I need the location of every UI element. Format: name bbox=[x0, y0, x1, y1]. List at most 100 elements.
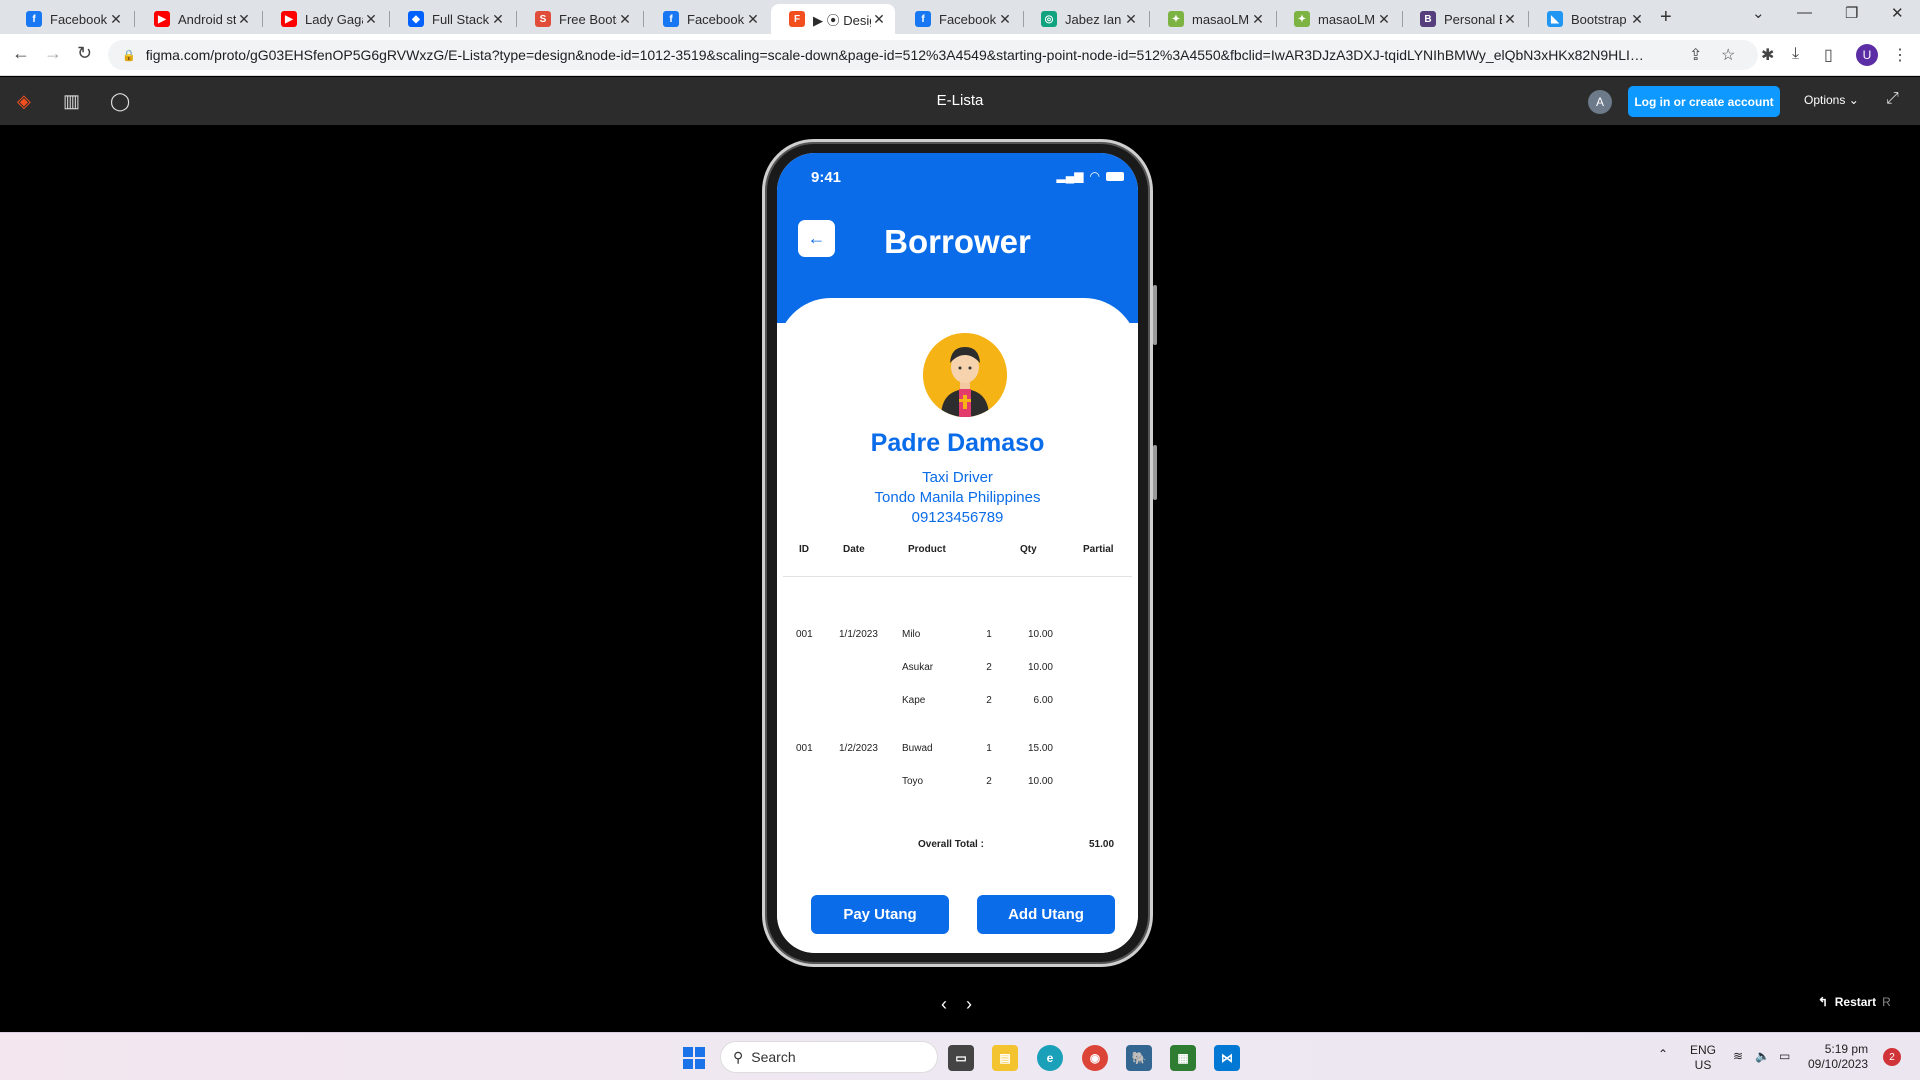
close-window-button[interactable]: ✕ bbox=[1891, 4, 1904, 22]
task-view-icon[interactable]: ▭ bbox=[948, 1045, 974, 1071]
search-icon: ⚲ bbox=[733, 1048, 744, 1065]
previous-frame-icon[interactable]: ‹ bbox=[941, 994, 947, 1015]
tab-close-icon[interactable]: ✕ bbox=[363, 11, 379, 28]
tab-close-icon[interactable]: ✕ bbox=[1629, 11, 1645, 28]
tab-close-icon[interactable]: ✕ bbox=[490, 11, 506, 28]
browser-tab[interactable]: S Free Boots ✕ bbox=[517, 4, 641, 34]
login-button[interactable]: Log in or create account bbox=[1628, 86, 1780, 117]
tab-close-icon[interactable]: ✕ bbox=[1376, 11, 1392, 28]
file-explorer-icon[interactable]: ▤ bbox=[992, 1045, 1018, 1071]
browser-tab[interactable]: f Facebook ✕ bbox=[897, 4, 1021, 34]
language-indicator[interactable]: ENG US bbox=[1690, 1043, 1716, 1073]
taskbar-clock[interactable]: 5:19 pm 09/10/2023 bbox=[1808, 1042, 1868, 1072]
tab-favicon-icon: f bbox=[663, 11, 679, 27]
restart-shortcut: R bbox=[1882, 995, 1891, 1009]
restore-button[interactable]: ❐ bbox=[1845, 4, 1858, 22]
back-arrow-icon[interactable]: ← bbox=[12, 43, 30, 64]
overall-total-label: Overall Total : bbox=[918, 839, 984, 850]
tab-close-icon[interactable]: ✕ bbox=[108, 11, 124, 28]
priest-avatar-icon bbox=[923, 333, 1007, 417]
fullscreen-icon[interactable]: ⤢ bbox=[1886, 90, 1899, 108]
windows-taskbar: ⚲ Search ▭ ▤ e ◉ 🐘 ▦ ⋈ ⌃ ENG US ≋ 🔈 ▭ 5:… bbox=[0, 1032, 1920, 1080]
menu-kebab-icon[interactable]: ⋮ bbox=[1892, 45, 1908, 65]
chrome-icon[interactable]: ◉ bbox=[1082, 1045, 1108, 1071]
tab-title: Personal B bbox=[1444, 11, 1502, 27]
share-icon[interactable]: ⇪ bbox=[1689, 45, 1702, 65]
tab-close-icon[interactable]: ✕ bbox=[236, 11, 252, 28]
browser-tab[interactable]: ◆ Full Stack D✕ bbox=[390, 4, 514, 34]
tab-close-icon[interactable]: ✕ bbox=[1123, 11, 1139, 28]
table-cell-id: 001 bbox=[796, 629, 813, 640]
tray-overflow-icon[interactable]: ⌃ bbox=[1658, 1047, 1668, 1062]
tab-close-icon[interactable]: ✕ bbox=[745, 11, 761, 28]
bookmark-star-icon[interactable]: ☆ bbox=[1721, 45, 1735, 65]
tab-favicon-icon: ◎ bbox=[1041, 11, 1057, 27]
tab-separator bbox=[134, 11, 135, 27]
browser-tab[interactable]: B Personal B ✕ bbox=[1402, 4, 1526, 34]
battery-tray-icon[interactable]: ▭ bbox=[1779, 1049, 1790, 1064]
tab-title: Facebook bbox=[939, 11, 997, 27]
tab-favicon-icon: ✦ bbox=[1168, 11, 1184, 27]
browser-tab[interactable]: f Facebook ✕ bbox=[8, 4, 132, 34]
edge-icon[interactable]: e bbox=[1037, 1045, 1063, 1071]
volume-icon[interactable]: 🔈 bbox=[1755, 1049, 1770, 1064]
signal-icon: ▂▄▆ bbox=[1056, 169, 1084, 183]
extensions-icon[interactable]: ✱ bbox=[1761, 45, 1774, 65]
taskbar-search[interactable]: ⚲ Search bbox=[720, 1041, 938, 1073]
user-avatar[interactable]: A bbox=[1588, 90, 1612, 114]
tab-title: Full Stack D bbox=[432, 11, 490, 27]
tab-favicon-icon: F bbox=[789, 11, 805, 27]
tab-close-icon[interactable]: ✕ bbox=[997, 11, 1013, 28]
clock-date: 09/10/2023 bbox=[1808, 1057, 1869, 1071]
tab-search-icon[interactable]: ⌄ bbox=[1752, 4, 1765, 22]
language-region: US bbox=[1694, 1058, 1712, 1072]
tab-close-icon[interactable]: ✕ bbox=[1502, 11, 1518, 28]
options-menu[interactable]: Options ⌄ bbox=[1804, 93, 1859, 107]
browser-tab-strip: fFacebook✕▶Android stu✕▶Lady Gaga✕◆Full … bbox=[0, 0, 1920, 34]
borrower-avatar bbox=[923, 333, 1007, 417]
new-tab-button[interactable]: + bbox=[1660, 6, 1672, 29]
browser-tab[interactable]: ▶ Lady Gaga ✕ bbox=[263, 4, 387, 34]
pay-utang-button[interactable]: Pay Utang bbox=[811, 895, 949, 934]
tab-close-icon[interactable]: ✕ bbox=[871, 11, 887, 28]
phone-screen: 9:41 ▂▄▆ ◠ ← Borrower Padre Damaso Taxi … bbox=[777, 153, 1138, 953]
profile-avatar[interactable]: U bbox=[1856, 44, 1878, 66]
borrower-occupation: Taxi Driver bbox=[922, 469, 993, 486]
minimize-button[interactable]: — bbox=[1797, 4, 1812, 21]
browser-tab[interactable]: f Facebook ✕ bbox=[645, 4, 769, 34]
browser-tab[interactable]: F ▶ ⦿ Desig ✕ bbox=[771, 4, 895, 34]
borrower-phone: 09123456789 bbox=[911, 509, 1004, 526]
restart-button[interactable]: ↰ Restart R bbox=[1818, 995, 1891, 1009]
address-bar[interactable]: 🔒 figma.com/proto/gG03EHSfenOP5G6gRVWxzG… bbox=[108, 40, 1758, 70]
browser-tab[interactable]: ◣ Bootstrap ✕ bbox=[1529, 4, 1653, 34]
browser-tab[interactable]: ◎ Jabez Ian C✕ bbox=[1023, 4, 1147, 34]
notification-badge[interactable]: 2 bbox=[1883, 1048, 1901, 1066]
reload-icon[interactable]: ↻ bbox=[77, 43, 92, 64]
table-cell-product: Kape bbox=[902, 695, 926, 706]
tab-title: Free Boots bbox=[559, 11, 617, 27]
battery-icon bbox=[1106, 171, 1124, 181]
forward-arrow-icon[interactable]: → bbox=[44, 43, 62, 64]
postgres-icon[interactable]: 🐘 bbox=[1126, 1045, 1152, 1071]
download-icon[interactable]: ⤓ bbox=[1792, 45, 1799, 63]
next-frame-icon[interactable]: › bbox=[966, 994, 972, 1015]
wifi-tray-icon[interactable]: ≋ bbox=[1733, 1049, 1743, 1064]
tab-title: ▶ ⦿ Desig bbox=[813, 12, 871, 28]
side-panel-icon[interactable]: ▯ bbox=[1824, 45, 1833, 65]
table-cell-date: 1/1/2023 bbox=[839, 629, 878, 640]
browser-toolbar: ← → ↻ 🔒 figma.com/proto/gG03EHSfenOP5G6g… bbox=[0, 34, 1920, 76]
tab-close-icon[interactable]: ✕ bbox=[1250, 11, 1266, 28]
browser-tab[interactable]: ✦ masaoLMS✕ bbox=[1150, 4, 1274, 34]
vscode-icon[interactable]: ⋈ bbox=[1214, 1045, 1240, 1071]
windows-start-icon[interactable] bbox=[683, 1047, 705, 1069]
browser-tab[interactable]: ▶ Android stu✕ bbox=[136, 4, 260, 34]
tab-title: Jabez Ian C bbox=[1065, 11, 1123, 27]
table-cell-partial: 10.00 bbox=[1027, 662, 1053, 673]
tab-separator bbox=[643, 11, 644, 27]
tab-title: Lady Gaga bbox=[305, 11, 363, 27]
browser-tab[interactable]: ✦ masaoLMS✕ bbox=[1276, 4, 1400, 34]
add-utang-button[interactable]: Add Utang bbox=[977, 895, 1115, 934]
search-placeholder: Search bbox=[751, 1049, 796, 1065]
notepad-icon[interactable]: ▦ bbox=[1170, 1045, 1196, 1071]
tab-close-icon[interactable]: ✕ bbox=[617, 11, 633, 28]
